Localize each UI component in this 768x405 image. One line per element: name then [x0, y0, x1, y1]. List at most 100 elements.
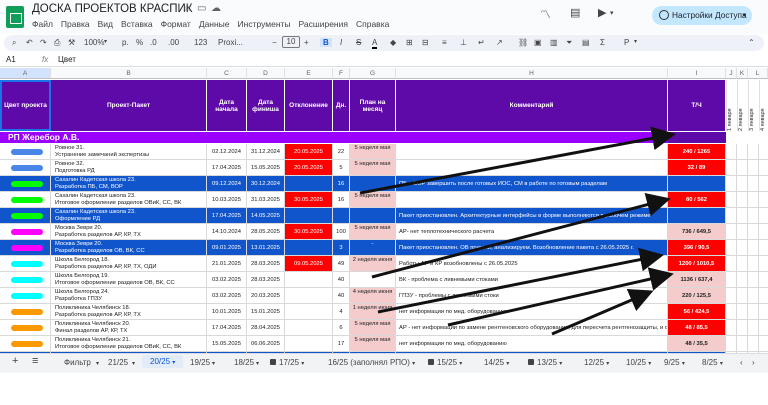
tab-filter-chevron-icon[interactable]: ▾ [96, 360, 99, 367]
month-cell[interactable] [737, 304, 748, 320]
plan-cell[interactable]: - [350, 272, 396, 288]
project-cell[interactable]: Сахалин Кадетская школа 23. Разработка ПБ… [51, 176, 207, 192]
project-cell[interactable]: Школа Белгород 19. Итоговое оформление ра… [51, 272, 207, 288]
start-date-cell[interactable]: 15.05.2025 [207, 336, 247, 352]
days-cell[interactable]: 16 [333, 176, 350, 192]
align-vertical-icon[interactable]: ⊥ [460, 38, 467, 47]
days-cell[interactable]: 17 [333, 336, 350, 352]
project-cell[interactable]: Сахалин Кадетская школа 23. Оформление РД [51, 208, 207, 224]
project-cell[interactable]: Поликлиника Челябинск 21. Итоговое оформл… [51, 336, 207, 352]
plan-cell[interactable]: 4 неделя июня [350, 288, 396, 304]
col-header-f[interactable]: F [333, 68, 350, 79]
color-cell[interactable] [0, 288, 51, 304]
deviation-cell[interactable]: 09.05.2025 [285, 256, 333, 272]
month-cell[interactable] [748, 288, 759, 304]
finish-date-cell[interactable]: 14.05.2025 [247, 208, 285, 224]
month-cell[interactable] [737, 336, 748, 352]
add-sheet-icon[interactable]: + [12, 355, 18, 367]
borders-icon[interactable]: ⊞ [406, 38, 413, 47]
month-cell[interactable] [748, 176, 759, 192]
move-folder-icon[interactable]: ▭ [197, 3, 206, 14]
tab-9-25[interactable]: 9/25 ▾ [664, 358, 685, 367]
tch-cell[interactable]: 48 / 85,5 [668, 320, 726, 336]
insert-comment-icon[interactable]: ▣ [534, 38, 542, 47]
header-days[interactable]: Дн. [333, 80, 350, 131]
tch-cell[interactable]: 32 / 89 [668, 160, 726, 176]
tab-scroll-left-icon[interactable]: ‹ [740, 358, 743, 367]
header-comment[interactable]: Комментарий [396, 80, 668, 131]
strikethrough-button[interactable]: S [356, 38, 361, 47]
header-color[interactable]: Цвет проекта [0, 80, 51, 131]
star-icon[interactable]: ☆ [183, 3, 192, 14]
menu-extensions[interactable]: Расширения [299, 19, 348, 29]
start-date-cell[interactable]: 09.12.2024 [207, 176, 247, 192]
month-cell[interactable] [748, 272, 759, 288]
header-month-1[interactable]: 1 января [726, 80, 737, 131]
month-cell[interactable] [726, 272, 737, 288]
plan-cell[interactable]: 5 неделя мая [350, 160, 396, 176]
header-plan[interactable]: План на месяц [350, 80, 396, 131]
start-date-cell[interactable]: 17.04.2025 [207, 208, 247, 224]
month-cell[interactable] [759, 144, 768, 160]
finish-date-cell[interactable]: 20.03.2025 [247, 288, 285, 304]
plan-cell[interactable]: - [350, 240, 396, 256]
month-cell[interactable] [748, 208, 759, 224]
col-header-j[interactable]: J [726, 68, 737, 79]
font-select[interactable]: Proxi... [218, 38, 243, 47]
tab-19-25-chevron-icon[interactable]: ▾ [212, 360, 215, 367]
header-month-3[interactable]: 3 января [748, 80, 759, 131]
name-box[interactable]: A1 [6, 55, 16, 64]
col-header-g[interactable]: G [350, 68, 396, 79]
finish-date-cell[interactable]: 28.05.2025 [247, 224, 285, 240]
all-sheets-icon[interactable]: ≡ [32, 355, 38, 367]
month-cell[interactable] [748, 192, 759, 208]
functions-icon[interactable]: Σ [600, 38, 605, 47]
comment-cell[interactable] [396, 144, 668, 160]
percent-format-button[interactable]: % [136, 38, 143, 47]
increase-decimal-button[interactable]: .00 [168, 38, 179, 47]
days-cell[interactable]: 40 [333, 272, 350, 288]
month-cell[interactable] [737, 176, 748, 192]
project-cell[interactable]: Поликлиника Челябинск 18. Разработка разд… [51, 304, 207, 320]
cloud-status-icon[interactable]: ☁ [211, 3, 221, 14]
menu-view[interactable]: Вид [98, 19, 113, 29]
start-date-cell[interactable]: 02.12.2024 [207, 144, 247, 160]
collapse-toolbar-icon[interactable]: ⌃ [748, 38, 755, 47]
month-cell[interactable] [748, 336, 759, 352]
zoom-chevron-icon[interactable]: ▾ [104, 38, 107, 45]
month-cell[interactable] [759, 336, 768, 352]
comment-cell[interactable]: ВК - проблема с ливневыми стоками [396, 272, 668, 288]
color-cell[interactable] [0, 256, 51, 272]
color-cell[interactable] [0, 336, 51, 352]
month-cell[interactable] [737, 192, 748, 208]
search-menus-icon[interactable]: ⌕ [12, 38, 16, 48]
tab-12-25[interactable]: 12/25 ▾ [584, 358, 609, 367]
month-cell[interactable] [726, 208, 737, 224]
tab-10-25[interactable]: 10/25 ▾ [626, 358, 651, 367]
days-cell[interactable]: 4 [333, 304, 350, 320]
deviation-cell[interactable]: 20.05.2025 [285, 144, 333, 160]
tch-cell[interactable]: 1200 / 1010,5 [668, 256, 726, 272]
color-cell[interactable] [0, 272, 51, 288]
project-cell[interactable]: Москва Зеври 20. Разработка разделов ОВ, … [51, 240, 207, 256]
tch-cell[interactable] [668, 176, 726, 192]
deviation-cell[interactable] [285, 320, 333, 336]
month-cell[interactable] [726, 144, 737, 160]
days-cell[interactable] [333, 208, 350, 224]
col-header-l[interactable]: L [748, 68, 768, 79]
start-date-cell[interactable]: 03.02.2025 [207, 272, 247, 288]
col-header-a[interactable]: A [0, 68, 51, 79]
video-call-icon[interactable]: ▶ [598, 6, 606, 19]
deviation-cell[interactable] [285, 208, 333, 224]
deviation-cell[interactable]: 30.05.2025 [285, 192, 333, 208]
tch-cell[interactable]: 48 / 35,5 [668, 336, 726, 352]
col-header-k[interactable]: K [737, 68, 748, 79]
font-size-decrease[interactable]: − [272, 38, 277, 47]
section-title[interactable]: РП Жеребор А.В. [0, 132, 207, 143]
month-cell[interactable] [726, 336, 737, 352]
fill-color-icon[interactable]: ◆ [390, 38, 396, 47]
comments-icon[interactable]: ▤ [570, 6, 580, 19]
finish-date-cell[interactable]: 06.06.2025 [247, 336, 285, 352]
month-cell[interactable] [748, 320, 759, 336]
month-cell[interactable] [737, 256, 748, 272]
